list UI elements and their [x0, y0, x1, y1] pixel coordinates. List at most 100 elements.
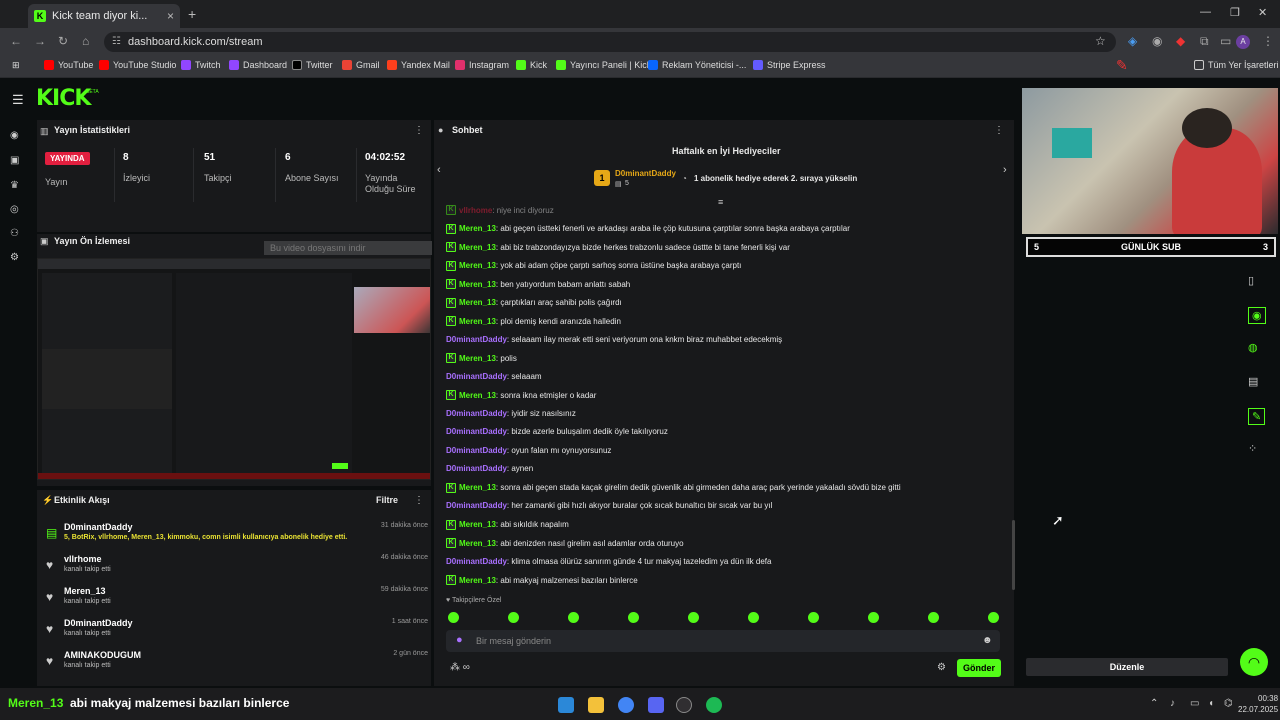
settings-nav-icon[interactable]: ⚙ [10, 252, 19, 263]
emote-icon[interactable] [988, 612, 999, 623]
site-info-icon[interactable]: ☷ [112, 36, 121, 47]
stream-nav-icon[interactable]: ◉ [10, 130, 19, 141]
chat-input[interactable]: Bir mesaj gönderin [446, 630, 1000, 652]
tray-chevron-icon[interactable]: ⌃ [1150, 698, 1158, 709]
chrome-icon[interactable] [618, 697, 634, 713]
bookmark-item[interactable]: YouTube Studio [99, 60, 176, 70]
tray-volume-icon[interactable]: ◖ [1208, 698, 1214, 709]
wrench-icon[interactable]: ✎ [1248, 408, 1266, 425]
leader-name[interactable]: D0minantDaddy [615, 169, 676, 178]
tray-network-icon[interactable]: ⌬ [1224, 698, 1233, 709]
profile-avatar[interactable]: A [1236, 35, 1250, 49]
emote-icon[interactable] [868, 612, 879, 623]
chat-username[interactable]: Meren_13 [459, 483, 496, 492]
chat-username[interactable]: D0minantDaddy [446, 409, 507, 418]
windows-start-icon[interactable] [558, 697, 574, 713]
maximize-icon[interactable]: ❐ [1230, 6, 1240, 19]
chat-username[interactable]: Meren_13 [459, 243, 496, 252]
bookmark-item[interactable]: Kick [516, 60, 547, 70]
discord-icon[interactable] [648, 697, 664, 713]
chat-username[interactable]: Meren_13 [459, 280, 496, 289]
close-tab-icon[interactable]: × [167, 9, 174, 23]
send-button[interactable]: Gönder [957, 659, 1001, 677]
chat-username[interactable]: Meren_13 [459, 354, 496, 363]
chat-username[interactable]: Meren_13 [459, 576, 496, 585]
bookmark-item[interactable]: Dashboard [229, 60, 287, 70]
chat-username[interactable]: Meren_13 [459, 539, 496, 548]
extension-icon[interactable]: ◈ [1128, 34, 1137, 48]
collapse-icon[interactable]: ≡ [718, 197, 723, 207]
chat-username[interactable]: vllrhome [459, 206, 492, 215]
chat-settings-icon[interactable]: ⚙ [937, 662, 946, 673]
share-icon[interactable]: ⁘ [1248, 442, 1257, 455]
mic-icon[interactable]: ● [456, 634, 463, 646]
menu-dots-icon[interactable]: ⋮ [1262, 34, 1274, 48]
bookmark-item[interactable]: Instagram [455, 60, 509, 70]
broadcast-icon[interactable]: ◍ [1248, 341, 1258, 354]
reload-icon[interactable]: ↻ [58, 34, 68, 48]
browser-tab[interactable]: K Kick team diyor ki... × [28, 4, 180, 28]
leaderboard-next-icon[interactable]: › [1003, 164, 1007, 176]
extension-icon[interactable]: ◆ [1176, 34, 1185, 48]
emote-icon[interactable] [808, 612, 819, 623]
tray-mic-icon[interactable]: ♪ [1170, 698, 1175, 709]
emote-icon[interactable] [928, 612, 939, 623]
panel-icon[interactable]: ▯ [1248, 274, 1254, 287]
chat-username[interactable]: D0minantDaddy [446, 464, 507, 473]
chat-username[interactable]: D0minantDaddy [446, 427, 507, 436]
support-headset-icon[interactable]: ◠ [1240, 648, 1268, 676]
activity-menu-icon[interactable]: ⋮ [414, 495, 424, 506]
emote-icon[interactable] [628, 612, 639, 623]
sidebar-icon[interactable]: ▭ [1220, 34, 1231, 48]
chat-username[interactable]: D0minantDaddy [446, 446, 507, 455]
camera-nav-icon[interactable]: ◎ [10, 204, 19, 215]
minimize-icon[interactable]: — [1200, 6, 1211, 18]
all-bookmarks-folder[interactable]: Tüm Yer İşaretleri [1194, 60, 1279, 70]
leaderboard-prev-icon[interactable]: ‹ [437, 164, 441, 176]
bookmark-star-icon[interactable]: ☆ [1095, 34, 1106, 48]
layout-icon[interactable]: ▤ [1248, 375, 1258, 388]
bookmark-item[interactable]: YouTube [44, 60, 93, 70]
spotify-icon[interactable] [706, 697, 722, 713]
bookmark-item[interactable]: Stripe Express [753, 60, 826, 70]
tray-monitor-icon[interactable]: ▭ [1190, 698, 1199, 709]
hamburger-menu-icon[interactable]: ☰ [12, 92, 24, 108]
trophy-nav-icon[interactable]: ♛ [10, 180, 19, 191]
home-icon[interactable]: ⌂ [82, 34, 89, 48]
chat-username[interactable]: D0minantDaddy [446, 372, 507, 381]
bookmark-item[interactable]: Gmail [342, 60, 380, 70]
bookmark-item[interactable]: Twitter [292, 60, 333, 70]
back-icon[interactable]: ← [10, 34, 22, 48]
download-video-button[interactable]: Bu video dosyasını indir [264, 241, 432, 255]
chat-username[interactable]: Meren_13 [459, 391, 496, 400]
chat-username[interactable]: D0minantDaddy [446, 557, 507, 566]
emote-icon[interactable] [688, 612, 699, 623]
address-bar[interactable]: dashboard.kick.com/stream [104, 32, 1116, 52]
filter-button[interactable]: Filtre [376, 495, 398, 505]
file-explorer-icon[interactable] [588, 697, 604, 713]
chat-username[interactable]: Meren_13 [459, 298, 496, 307]
emoji-icon[interactable]: ☻ [982, 635, 993, 646]
system-clock[interactable]: 00:38 22.07.2025 [1238, 693, 1278, 715]
emote-icon[interactable] [748, 612, 759, 623]
edit-button[interactable]: Düzenle [1026, 658, 1228, 676]
bookmark-item[interactable]: Twitch [181, 60, 221, 70]
bookmark-item[interactable]: Reklam Yöneticisi -... [648, 60, 746, 70]
chat-toggle-icon[interactable]: ◉ [1248, 307, 1266, 324]
new-tab-icon[interactable]: + [188, 6, 196, 22]
bookmark-item[interactable]: Yayıncı Paneli | Kick [556, 60, 651, 70]
extensions-puzzle-icon[interactable]: ⧉ [1200, 34, 1209, 49]
points-icon[interactable]: ⁂ ∞ [450, 662, 470, 673]
chat-username[interactable]: Meren_13 [459, 317, 496, 326]
chat-username[interactable]: Meren_13 [459, 224, 496, 233]
chat-scrollbar[interactable] [1012, 520, 1015, 590]
forward-icon[interactable]: → [34, 34, 46, 48]
kick-logo[interactable]: KICK [36, 86, 91, 111]
users-nav-icon[interactable]: ⚇ [10, 228, 19, 239]
chat-username[interactable]: Meren_13 [459, 520, 496, 529]
obs-icon[interactable] [676, 697, 692, 713]
chat-menu-icon[interactable]: ⋮ [994, 125, 1004, 136]
apps-grid-icon[interactable]: ⊞ [12, 60, 20, 71]
stream-preview-video[interactable] [37, 258, 431, 480]
emote-icon[interactable] [448, 612, 459, 623]
